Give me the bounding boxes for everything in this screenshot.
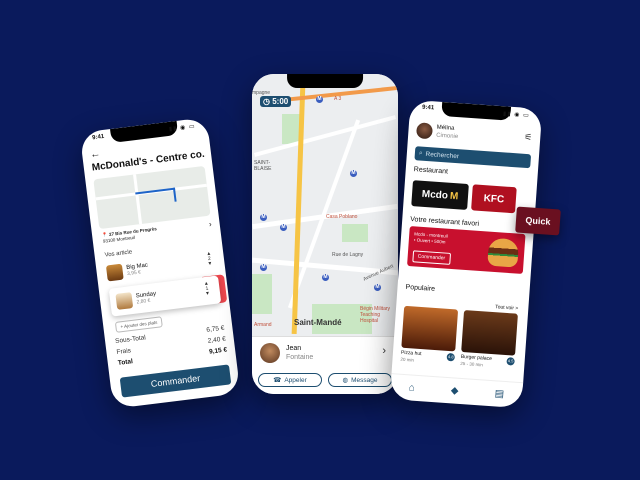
see-all-link[interactable]: Tout voir > [495, 304, 519, 312]
eta-badge: ◷ 5:00 [260, 96, 292, 107]
driver-panel: Jean Fontaine › ☎ Appeler ◍ Message [252, 336, 398, 394]
user-header: Mélina Cimonie ⚟ [415, 122, 533, 142]
search-icon: ⌕ [418, 149, 423, 157]
status-time: 9:41 [91, 133, 105, 142]
subtotal-value: 6,75 € [206, 324, 225, 334]
popular-time: 25 - 30 min [460, 360, 483, 368]
brand-mcdo[interactable]: Mcdo M [411, 180, 469, 210]
tracking-map[interactable]: M M M M M M M mpagne A 3 SAINT-BLAISE Ca… [252, 74, 398, 336]
rating-badge: 4.5 [506, 357, 515, 366]
fees-value: 2,40 € [207, 335, 227, 345]
popular-time: 20 min [400, 356, 415, 363]
popular-title: Populaire [405, 283, 436, 293]
home-phone: 9:41 ▮▮ ◉ ▭ Mélina Cimonie ⚟ ⌕ Rechercher… [389, 99, 543, 409]
call-button[interactable]: ☎ Appeler [258, 373, 322, 387]
phone-icon: ☎ [273, 377, 282, 384]
item-thumbnail [115, 292, 134, 310]
receipt-icon[interactable]: ▤ [494, 388, 504, 400]
favorite-order-button[interactable]: Commander [412, 250, 451, 265]
driver-last-name: Fontaine [286, 354, 314, 361]
driver-avatar [260, 343, 280, 363]
user-last-name: Cimonie [435, 132, 459, 141]
total-value: 9,15 € [208, 346, 228, 356]
chevron-right-icon: › [208, 219, 213, 229]
item-price: 3,95 € [126, 269, 142, 278]
total-label: Total [117, 358, 134, 367]
bottom-tab-bar: ⌂ ◆ ▤ [389, 373, 524, 409]
item-price: 2,80 € [136, 297, 151, 306]
status-time: 9:41 [421, 104, 435, 112]
filter-icon[interactable]: ⚟ [524, 132, 533, 144]
brand-kfc[interactable]: KFC [471, 184, 517, 214]
home-icon[interactable]: ⌂ [408, 382, 415, 393]
avatar[interactable] [415, 122, 434, 140]
phone-notch [441, 101, 511, 121]
popular-card-pizza[interactable] [401, 305, 459, 352]
tag-icon[interactable]: ◆ [450, 385, 458, 397]
order-button[interactable]: Commander [119, 364, 232, 398]
search-input[interactable]: ⌕ Rechercher [414, 146, 532, 169]
message-button[interactable]: ◍ Message [328, 373, 392, 387]
chevron-right-icon[interactable]: › [382, 345, 386, 357]
tracking-phone: M M M M M M M mpagne A 3 SAINT-BLAISE Ca… [252, 74, 398, 394]
rating-badge: 4.8 [446, 352, 456, 362]
user-first-name: Mélina [436, 124, 455, 132]
pin-icon: 📍 [101, 232, 109, 238]
cart-phone: 9:41 ▮▮ ◉ ▭ ← McDonald's - Centre co... … [79, 117, 241, 409]
popular-card-burger[interactable] [461, 310, 518, 356]
route-line [135, 187, 177, 207]
chat-icon: ◍ [342, 377, 349, 384]
burger-image [487, 237, 520, 268]
items-section-title: Vos article [104, 249, 133, 259]
favorite-desc: Mcdo - montreuil • Ouvert • 500m [413, 231, 448, 245]
subtotal-label: Sous-Total [114, 334, 147, 346]
favorite-restaurant-card[interactable]: Mcdo - montreuil • Ouvert • 500m Commande… [407, 226, 526, 275]
quantity-stepper[interactable]: ▲ 2 ▼ [206, 251, 213, 267]
quantity-stepper[interactable]: ▲ 1 ▼ [204, 281, 211, 297]
fees-label: Frais [116, 347, 132, 356]
driver-first-name: Jean [286, 345, 302, 352]
brand-quick[interactable]: Quick [515, 206, 561, 236]
clock-icon: ◷ [263, 97, 270, 106]
phone-notch [287, 74, 363, 88]
restaurants-title: Restaurant [413, 166, 449, 176]
delivery-map[interactable] [93, 165, 211, 230]
item-thumbnail [105, 263, 124, 282]
